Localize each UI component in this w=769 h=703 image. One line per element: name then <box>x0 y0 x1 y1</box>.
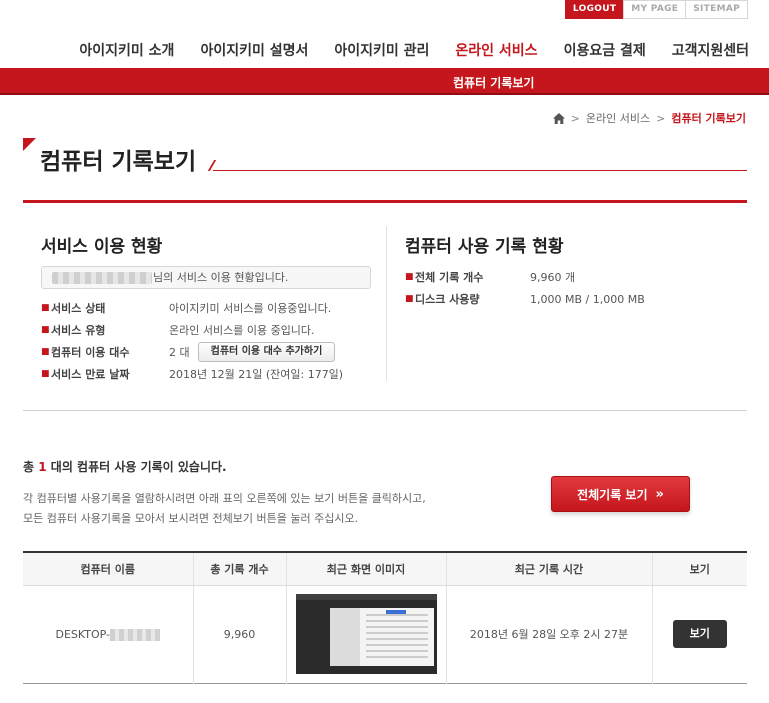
nav-item-manage[interactable]: 아이지키미 관리 <box>334 40 429 60</box>
count-prefix: 총 <box>23 460 35 474</box>
bullet-icon: ■ <box>41 369 50 379</box>
view-record-button[interactable]: 보기 <box>672 620 727 648</box>
col-header-pc-name: 컴퓨터 이름 <box>23 552 193 586</box>
bullet-icon: ■ <box>41 347 50 357</box>
usage-status-title: 컴퓨터 사용 기록 현황 <box>405 237 564 257</box>
usage-status-panel: 컴퓨터 사용 기록 현황 ■ 전체 기록 개수 9,960 개 ■ 디스크 사용… <box>405 232 745 310</box>
col-header-image: 최근 화면 이미지 <box>285 552 446 586</box>
bullet-icon: ■ <box>41 325 50 335</box>
sub-nav-bar: 컴퓨터 기록보기 <box>0 68 769 95</box>
nav-item-payment[interactable]: 이용요금 결제 <box>564 40 646 60</box>
records-table: 컴퓨터 이름 총 기록 개수 최근 화면 이미지 최근 기록 시간 보기 DES… <box>23 551 747 684</box>
info-row-status: ■ 서비스 상태 아이지키미 서비스를 이용중입니다. <box>41 297 371 319</box>
cell-view: 보기 <box>651 585 747 683</box>
info-value: 2018년 12월 21일 (잔여일: 177일) <box>169 368 344 381</box>
count-suffix: 대의 컴퓨터 사용 기록이 있습니다. <box>50 460 227 474</box>
info-row-disk-usage: ■ 디스크 사용량 1,000 MB / 1,000 MB <box>405 288 745 310</box>
bullet-icon: ■ <box>41 303 50 313</box>
cell-record-count: 9,960 <box>192 585 286 683</box>
info-row-expiry: ■ 서비스 만료 날짜 2018년 12월 21일 (잔여일: 177일) <box>41 363 371 385</box>
info-value: 9,960 개 <box>530 271 576 284</box>
info-row-pc-count: ■ 컴퓨터 이용 대수 2 대 컴퓨터 이용 대수 추가하기 <box>41 341 371 363</box>
thumb-highlight <box>385 610 406 614</box>
view-all-records-button[interactable]: 전체기록 보기 » <box>551 476 690 512</box>
breadcrumb-separator: > <box>570 111 580 125</box>
service-status-title: 서비스 이용 현황 <box>41 237 163 257</box>
subnav-item-records[interactable]: 컴퓨터 기록보기 <box>453 74 534 91</box>
col-header-time: 최근 기록 시간 <box>445 552 652 586</box>
content-divider <box>23 410 747 411</box>
pc-name-prefix: DESKTOP- <box>55 627 110 641</box>
info-label: 서비스 만료 날짜 <box>51 368 130 381</box>
cell-thumbnail <box>285 585 446 683</box>
pc-count-value: 2 대 <box>169 346 190 359</box>
info-value: 온라인 서비스를 이용 중입니다. <box>169 324 315 337</box>
info-label: 디스크 사용량 <box>415 293 480 306</box>
main-nav: 아이지키미 소개 아이지키미 설명서 아이지키미 관리 온라인 서비스 이용요금… <box>53 40 749 60</box>
page-title: 컴퓨터 기록보기 <box>40 149 197 175</box>
view-all-label: 전체기록 보기 <box>577 487 648 502</box>
section-divider <box>23 200 747 203</box>
mypage-link[interactable]: MY PAGE <box>623 0 687 19</box>
add-pc-button[interactable]: 컴퓨터 이용 대수 추가하기 <box>197 342 336 362</box>
record-count: 1 <box>38 460 47 474</box>
desc-line: 모든 컴퓨터 사용기록을 모아서 보시려면 전체보기 버튼을 눌러 주십시오. <box>23 512 359 525</box>
utility-bar: LOGOUT MY PAGE SITEMAP <box>564 0 748 19</box>
info-label: 전체 기록 개수 <box>415 271 484 284</box>
panel-divider <box>386 226 387 381</box>
cell-record-time: 2018년 6월 28일 오후 2시 27분 <box>445 585 652 683</box>
info-label: 서비스 상태 <box>51 302 106 315</box>
service-status-panel: 서비스 이용 현황 님의 서비스 이용 현황입니다. ■ 서비스 상태 아이지키… <box>41 232 371 385</box>
info-value: 아이지키미 서비스를 이용중입니다. <box>169 302 332 315</box>
double-chevron-right-icon: » <box>655 486 664 502</box>
nav-item-support[interactable]: 고객지원센터 <box>672 40 749 60</box>
title-corner-mark <box>23 138 36 151</box>
breadcrumb-parent[interactable]: 온라인 서비스 <box>586 110 650 126</box>
screen-thumbnail[interactable] <box>295 594 437 674</box>
sitemap-link[interactable]: SITEMAP <box>685 0 748 19</box>
info-label: 컴퓨터 이용 대수 <box>51 346 130 359</box>
nav-item-intro[interactable]: 아이지키미 소개 <box>79 40 174 60</box>
thumb-sidebar <box>329 608 360 666</box>
breadcrumb-separator: > <box>656 111 666 125</box>
col-header-view: 보기 <box>651 552 747 586</box>
user-info-box: 님의 서비스 이용 현황입니다. <box>41 266 371 289</box>
nav-item-online-service[interactable]: 온라인 서비스 <box>455 40 537 60</box>
bullet-icon: ■ <box>405 294 414 304</box>
logout-button[interactable]: LOGOUT <box>564 0 625 19</box>
record-count-line: 총 1 대의 컴퓨터 사용 기록이 있습니다. <box>23 458 227 475</box>
redacted-pc-name <box>110 628 160 641</box>
table-row: DESKTOP- 9,960 2018년 6월 28일 오후 2시 27분 보기 <box>23 585 747 683</box>
user-info-text: 님의 서비스 이용 현황입니다. <box>153 271 289 284</box>
info-row-total-records: ■ 전체 기록 개수 9,960 개 <box>405 266 745 288</box>
table-header-row: 컴퓨터 이름 총 기록 개수 최근 화면 이미지 최근 기록 시간 보기 <box>23 552 747 586</box>
info-value: 2 대 컴퓨터 이용 대수 추가하기 <box>169 342 336 362</box>
desc-line: 각 컴퓨터별 사용기록을 열람하시려면 아래 표의 오른쪽에 있는 보기 버튼을… <box>23 492 426 505</box>
thumb-taskbar <box>295 594 437 600</box>
breadcrumb-current: 컴퓨터 기록보기 <box>671 112 746 125</box>
redacted-username <box>52 271 152 284</box>
thumb-content <box>365 614 428 658</box>
home-icon[interactable] <box>552 112 565 124</box>
breadcrumb: > 온라인 서비스 > 컴퓨터 기록보기 <box>552 110 746 126</box>
cell-pc-name: DESKTOP- <box>23 585 193 683</box>
info-row-type: ■ 서비스 유형 온라인 서비스를 이용 중입니다. <box>41 319 371 341</box>
title-underline <box>213 170 747 171</box>
col-header-count: 총 기록 개수 <box>192 552 286 586</box>
records-description: 각 컴퓨터별 사용기록을 열람하시려면 아래 표의 오른쪽에 있는 보기 버튼을… <box>23 489 426 529</box>
nav-item-manual[interactable]: 아이지키미 설명서 <box>200 40 308 60</box>
bullet-icon: ■ <box>405 272 414 282</box>
info-label: 서비스 유형 <box>51 324 106 337</box>
info-value: 1,000 MB / 1,000 MB <box>530 292 645 306</box>
